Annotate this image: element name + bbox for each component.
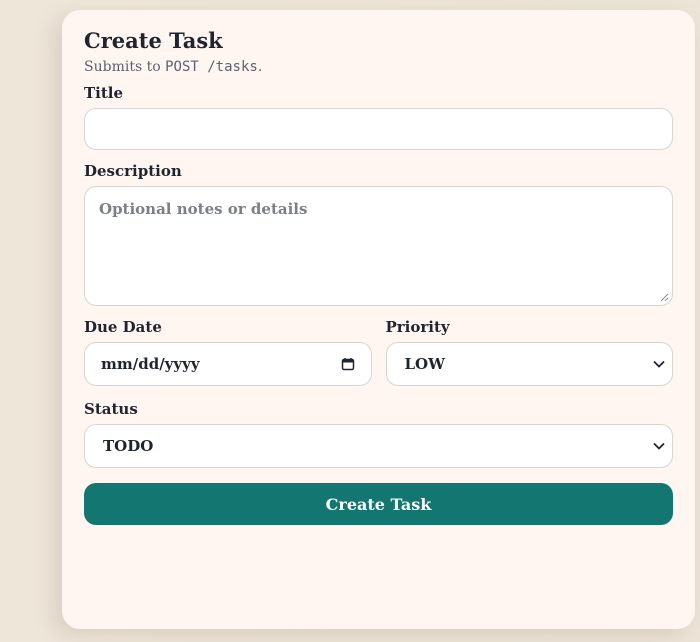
description-label: Description	[84, 162, 182, 180]
create-task-card: Create Task Submits to POST /tasks. Titl…	[62, 10, 695, 629]
status-label: Status	[84, 400, 138, 418]
status-group: Status TODO	[84, 400, 673, 468]
due-date-label: Due Date	[84, 318, 162, 336]
priority-group: Priority LOW	[385, 318, 673, 386]
endpoint-code: POST /tasks	[165, 59, 258, 75]
description-group: Description Optional notes or details	[84, 162, 673, 306]
create-task-button[interactable]: Create Task	[84, 483, 673, 525]
subtitle-suffix: .	[257, 59, 263, 75]
date-priority-row: Due Date mm/dd/yyyy Priority LOW	[84, 318, 673, 386]
page-background: Create Task Submits to POST /tasks. Titl…	[0, 0, 700, 642]
resize-handle-icon[interactable]	[660, 293, 669, 302]
form-subtitle: Submits to POST /tasks.	[84, 58, 673, 76]
calendar-icon[interactable]	[341, 357, 355, 371]
priority-value: LOW	[404, 355, 445, 373]
due-date-group: Due Date mm/dd/yyyy	[84, 318, 372, 386]
due-date-input[interactable]: mm/dd/yyyy	[84, 342, 372, 386]
title-input[interactable]	[84, 108, 673, 150]
title-group: Title	[84, 84, 673, 150]
due-date-placeholder: mm/dd/yyyy	[101, 355, 200, 373]
form-title: Create Task	[84, 28, 223, 53]
description-placeholder: Optional notes or details	[99, 200, 308, 218]
priority-select[interactable]: LOW	[385, 342, 673, 386]
priority-label: Priority	[385, 318, 450, 336]
submit-row: Create Task	[84, 483, 673, 525]
title-label: Title	[84, 84, 124, 102]
description-textarea[interactable]: Optional notes or details	[84, 186, 673, 306]
chevron-down-icon	[652, 439, 666, 453]
status-value: TODO	[103, 437, 154, 455]
chevron-down-icon	[652, 357, 666, 371]
subtitle-prefix: Submits to	[84, 59, 166, 75]
status-select[interactable]: TODO	[84, 424, 673, 468]
